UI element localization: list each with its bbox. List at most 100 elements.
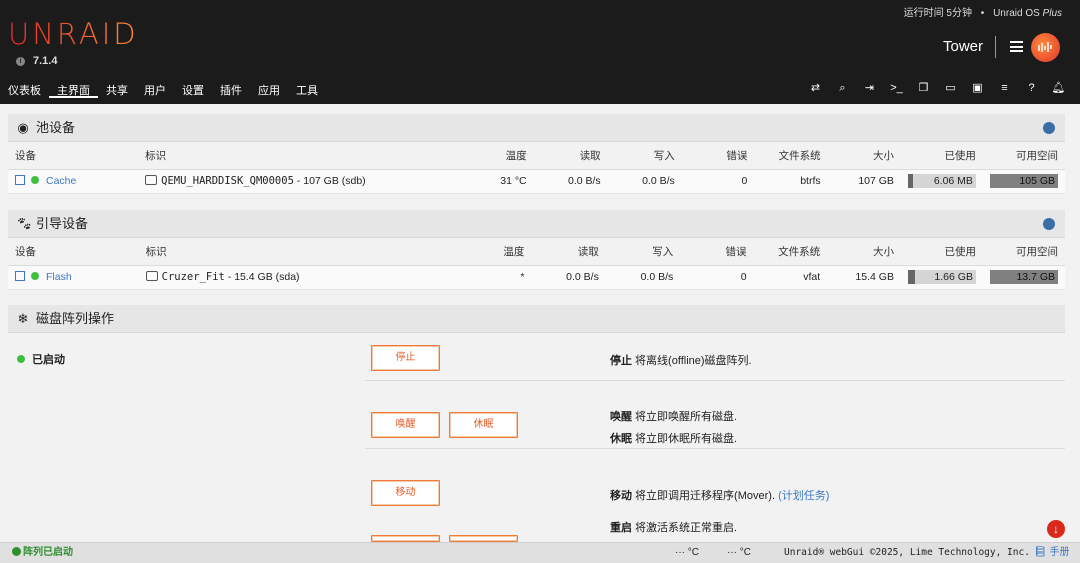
stop-button[interactable]: 停止	[371, 345, 440, 371]
temp-cell: *	[475, 265, 532, 290]
free-value: 13.7 GB	[1016, 271, 1055, 283]
external-link-icon[interactable]	[15, 271, 25, 281]
spin-up-description: 唤醒 将立即唤醒所有磁盘.	[610, 408, 737, 424]
stop-description: 停止 将离线(offline)磁盘阵列.	[610, 352, 752, 368]
spinup-text: 将立即唤醒所有磁盘.	[632, 411, 738, 423]
divider	[995, 36, 996, 58]
spin-down-button[interactable]: 休眠	[449, 412, 518, 438]
device-cell[interactable]: Flash	[8, 265, 139, 290]
used-cell: 1.66 GB	[900, 265, 983, 290]
array-status-footer: 阵列已启动	[12, 543, 73, 563]
errors-cell: 0	[680, 265, 754, 290]
version-info[interactable]: i 7.1.4	[16, 55, 57, 67]
server-name: Tower	[943, 38, 984, 55]
array-status-text: 已启动	[32, 354, 65, 366]
dashboard-icon[interactable]	[1043, 122, 1055, 134]
reload-icon[interactable]: ⇄	[808, 81, 823, 96]
col-fs: 文件系统	[754, 143, 828, 170]
array-operation-title: ❄ 磁盘阵列操作	[8, 305, 1065, 333]
snowflake-icon: ❄	[17, 311, 29, 326]
disk-icon: ◉	[17, 120, 29, 135]
copy-icon[interactable]: ❐	[916, 81, 931, 96]
stop-label: 停止	[610, 355, 632, 367]
reboot-text: 将激活系统正常重启.	[632, 522, 738, 534]
toolbar: ⇄ ⌕ ⇥ >_ ❐ ▭ ▣ ≡ ? 🔔︎	[808, 81, 1066, 96]
spinup-label: 唤醒	[610, 411, 632, 423]
disk-id: QEMU_HARDDISK_QM00005	[161, 175, 294, 187]
col-free: 可用空间	[982, 143, 1065, 170]
col-device: 设备	[8, 143, 139, 170]
col-write: 写入	[607, 143, 682, 170]
read-cell: 0.0 B/s	[533, 169, 608, 194]
unraid-logo[interactable]: UNRAID	[8, 17, 139, 51]
pool-table: 设备 标识 温度 读取 写入 错误 文件系统 大小 已使用 可用空间 Cache…	[8, 143, 1065, 194]
nav-settings[interactable]: 设置	[174, 78, 212, 98]
col-size: 大小	[827, 239, 901, 266]
nav-dashboard[interactable]: 仪表板	[0, 78, 49, 98]
search-icon[interactable]: ⌕	[835, 81, 850, 96]
copyright: Unraid® webGui ©2025, Lime Technology, I…	[784, 547, 1030, 558]
status-dot-icon	[31, 272, 39, 280]
schedule-link[interactable]: (计划任务)	[778, 490, 829, 502]
errors-cell: 0	[681, 169, 755, 194]
col-id: 标识	[138, 239, 476, 266]
table-row: Cache QEMU_HARDDISK_QM00005 - 107 GB (sd…	[8, 169, 1065, 194]
spin-up-button[interactable]: 唤醒	[371, 412, 440, 438]
move-description: 移动 将立即调用迁移程序(Mover). (计划任务)	[610, 487, 829, 503]
id-cell: Cruzer_Fit - 15.4 GB (sda)	[138, 265, 476, 290]
boot-table: 设备 标识 温度 读取 写入 错误 文件系统 大小 已使用 可用空间 Flash…	[8, 239, 1065, 290]
nav-shares[interactable]: 共享	[98, 78, 136, 98]
size-cell: 15.4 GB	[827, 265, 901, 290]
array-operation-panel: 已启动 停止 停止 将离线(offline)磁盘阵列. 唤醒 休眠 唤醒 将立即…	[8, 334, 1065, 542]
col-read: 读取	[531, 239, 606, 266]
avatar[interactable]	[1031, 33, 1060, 62]
nav-users[interactable]: 用户	[136, 78, 174, 98]
array-status-footer-text: 阵列已启动	[23, 547, 73, 558]
dashboard-icon[interactable]	[1043, 218, 1055, 230]
device-cell[interactable]: Cache	[8, 169, 139, 194]
used-cell: 6.06 MB	[900, 169, 983, 194]
free-bar: 105 GB	[990, 174, 1058, 188]
help-icon[interactable]: ?	[1024, 81, 1039, 96]
manual-link[interactable]: 📘︎ 手册	[1034, 543, 1069, 563]
divider	[365, 380, 1065, 381]
monitor-icon[interactable]: ▣	[970, 81, 985, 96]
nav-tools[interactable]: 工具	[288, 78, 326, 98]
col-write: 写入	[605, 239, 681, 266]
nav-plugins[interactable]: 插件	[212, 78, 250, 98]
spindown-label: 休眠	[610, 433, 632, 445]
device-link-cache[interactable]: Cache	[46, 175, 76, 187]
logout-icon[interactable]: ⇥	[862, 81, 877, 96]
terminal-icon[interactable]: >_	[889, 81, 904, 96]
status-dot-icon	[31, 176, 39, 184]
move-button[interactable]: 移动	[371, 480, 440, 506]
used-bar: 1.66 GB	[907, 270, 976, 284]
external-link-icon[interactable]	[15, 175, 25, 185]
bell-icon[interactable]: 🔔︎	[1051, 81, 1066, 96]
os-name: Unraid OS	[993, 8, 1040, 19]
log-icon[interactable]: ≡	[997, 81, 1012, 96]
array-status: 已启动	[17, 351, 65, 367]
mb-temp: ··· °C	[727, 547, 751, 558]
menu-icon[interactable]	[1010, 41, 1023, 52]
nav-apps[interactable]: 应用	[250, 78, 288, 98]
feedback-icon[interactable]: ▭	[943, 81, 958, 96]
col-temp: 温度	[475, 239, 532, 266]
col-used: 已使用	[900, 239, 983, 266]
nav-main[interactable]: 主界面	[49, 78, 98, 98]
boot-title-text: 引导设备	[36, 216, 89, 231]
move-label: 移动	[610, 490, 632, 502]
version-text: 7.1.4	[33, 55, 58, 67]
array-ops-title-text: 磁盘阵列操作	[36, 311, 115, 326]
hdd-icon	[145, 175, 158, 185]
scroll-down-icon[interactable]: ↓	[1047, 520, 1065, 538]
used-value: 1.66 GB	[934, 271, 973, 283]
shutdown-button[interactable]	[449, 535, 518, 542]
reboot-button[interactable]	[371, 535, 440, 542]
device-link-flash[interactable]: Flash	[46, 271, 72, 283]
reboot-description: 重启 将激活系统正常重启.	[610, 519, 737, 535]
disk-size-dev: - 107 GB (sdb)	[293, 175, 366, 187]
manual-text[interactable]: 手册	[1049, 547, 1069, 558]
table-header: 设备 标识 温度 读取 写入 错误 文件系统 大小 已使用 可用空间	[8, 143, 1065, 170]
disk-id: Cruzer_Fit	[161, 271, 225, 283]
